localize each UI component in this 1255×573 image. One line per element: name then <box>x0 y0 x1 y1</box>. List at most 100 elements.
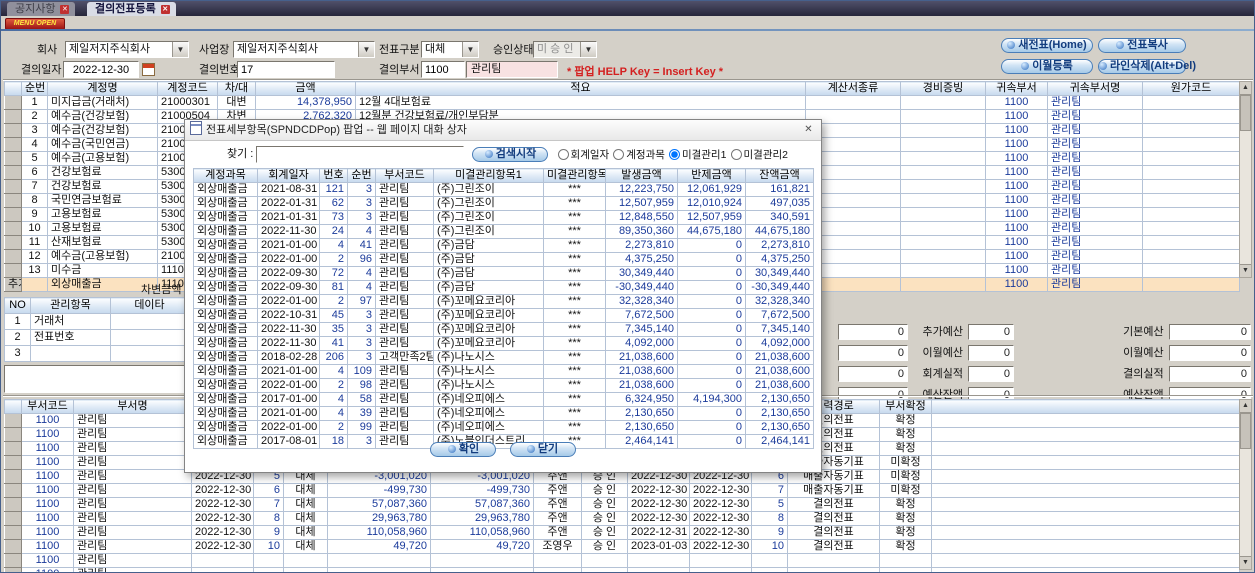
tab-slip-entry[interactable]: 결의전표등록 ✕ <box>87 2 176 16</box>
find-input[interactable] <box>256 145 465 163</box>
ok-button[interactable]: 확인 <box>430 442 497 457</box>
table-row[interactable]: 1 거래처 <box>4 313 189 330</box>
column-header[interactable]: 귀속부서명 <box>1047 81 1143 96</box>
radio-acct-date[interactable]: 회계일자 <box>557 147 609 162</box>
column-header[interactable]: NO <box>4 297 31 314</box>
column-header[interactable]: 순번 <box>347 168 376 183</box>
table-row[interactable]: 외상매출금 2022-09-30 72 4 관리팀 (주)금담 *** 30,349,440 0… <box>193 266 814 281</box>
column-header[interactable] <box>4 81 22 96</box>
scroll-thumb[interactable] <box>1240 413 1251 449</box>
close-icon[interactable]: ✕ <box>801 123 816 137</box>
table-row[interactable]: 0 이월예산 0 <box>838 345 1014 361</box>
table-row[interactable]: 외상매출금 2022-11-30 41 3 관리팀 (주)꼬메요코리아 *** 4,092,0… <box>193 336 814 351</box>
column-header[interactable]: 부서확정 <box>879 399 932 414</box>
delete-line-button[interactable]: 라인삭제(Alt+Del) <box>1098 59 1196 74</box>
column-header[interactable]: 미결관리항목1 <box>433 168 544 183</box>
table-row[interactable]: 외상매출금2018-02-282063고객만족2팀(JJ(주)나노시스***21… <box>193 350 814 365</box>
carryover-button[interactable]: 이월등록 <box>1001 59 1093 74</box>
table-row[interactable]: 외상매출금 2022-09-30 81 4 관리팀 (주)금담 *** -30,349,440… <box>193 280 814 295</box>
scroll-up-icon[interactable]: ▲ <box>1240 400 1251 413</box>
table-row[interactable]: 외상매출금 2021-01-00 4 39 관리팀 (주)네오피에스 *** 2,130,65… <box>193 406 814 421</box>
column-header[interactable]: 차/대 <box>217 81 256 96</box>
column-header[interactable]: 번호 <box>319 168 348 183</box>
column-header[interactable]: 반제금액 <box>677 168 746 183</box>
table-row[interactable]: 외상매출금 2022-01-00 2 96 관리팀 (주)금담 *** 4,375,250 0 4… <box>193 252 814 267</box>
table-row[interactable]: 외상매출금 2021-01-00 4 109 관리팀 (주)나노시스 *** 21,038,6… <box>193 364 814 379</box>
calendar-icon[interactable] <box>142 63 155 76</box>
chevron-down-icon[interactable]: ▼ <box>358 42 374 57</box>
table-row[interactable]: 외상매출금 2021-08-31 121 3 관리팀 (주)그린조이 *** 12,223,7… <box>193 182 814 197</box>
column-header[interactable]: 관리항목 <box>30 297 111 314</box>
table-row[interactable]: 외상매출금 2022-11-30 35 3 관리팀 (주)꼬메요코리아 *** 7,345,1… <box>193 322 814 337</box>
column-header[interactable]: 계정명 <box>47 81 158 96</box>
table-row[interactable]: 외상매출금 2017-01-00 4 58 관리팀 (주)네오피에스 *** 6,324,95… <box>193 392 814 407</box>
column-header[interactable]: 데이타 <box>110 297 189 314</box>
scroll-down-icon[interactable]: ▼ <box>1240 556 1251 569</box>
slip-type-select[interactable]: 대체 ▼ <box>421 41 479 58</box>
search-start-button[interactable]: 검색시작 <box>472 146 549 162</box>
column-header[interactable] <box>931 399 1240 414</box>
table-row[interactable]: 외상매출금 2022-01-00 2 97 관리팀 (주)꼬메요코리아 *** 32,328,… <box>193 294 814 309</box>
scroll-down-icon[interactable]: ▼ <box>1240 264 1251 277</box>
site-select[interactable]: 제일저지주식회사 ▼ <box>233 41 375 58</box>
column-header[interactable]: 순번 <box>21 81 48 96</box>
column-header[interactable]: 적요 <box>355 81 806 96</box>
dept-code-input[interactable] <box>421 61 465 78</box>
column-header[interactable]: 원가코드 <box>1142 81 1240 96</box>
table-row[interactable]: 결의실적 0 <box>1108 366 1251 382</box>
close-button[interactable]: 닫기 <box>509 442 576 457</box>
slip-no-input[interactable] <box>237 61 335 78</box>
table-row[interactable]: 1 미지급금(거래처) 21000301 대변 14,378,950 12월 4대보험료 1… <box>4 95 1240 110</box>
column-header[interactable]: 잔액금액 <box>745 168 814 183</box>
vertical-scrollbar[interactable]: ▲ ▼ <box>1239 81 1252 278</box>
table-row[interactable]: 외상매출금 2022-01-31 62 3 관리팀 (주)그린조이 *** 12,507,95… <box>193 196 814 211</box>
radio-icon[interactable] <box>730 148 742 160</box>
column-header[interactable]: 발생금액 <box>605 168 678 183</box>
radio-icon[interactable] <box>557 148 569 160</box>
table-row[interactable]: 1100 관리팀 2022-12-30 6 대체 -499,730 -499,730 주앤 승 … <box>4 483 1240 498</box>
table-row[interactable]: 0 추가예산 0 <box>838 324 1014 340</box>
radio-icon[interactable] <box>613 148 625 160</box>
column-header[interactable]: 미결관리항목2 <box>543 168 606 183</box>
table-row[interactable]: 1100 관리팀 2022-12-30 7 대체 57,087,360 57,087,360… <box>4 497 1240 512</box>
column-header[interactable]: 귀속부서 <box>985 81 1048 96</box>
table-row[interactable]: 이월예산 0 <box>1108 345 1251 361</box>
company-select[interactable]: 제일저지주식회사 ▼ <box>65 41 189 58</box>
chevron-down-icon[interactable]: ▼ <box>172 42 188 57</box>
table-row[interactable]: 2 전표번호 <box>4 329 189 346</box>
radio-open-item2[interactable]: 미결관리2 <box>730 147 788 162</box>
column-header[interactable]: 금액 <box>255 81 356 96</box>
table-row[interactable]: 외상매출금 2022-10-31 45 3 관리팀 (주)꼬메요코리아 *** 7,672,5… <box>193 308 814 323</box>
close-icon[interactable]: ✕ <box>160 5 170 14</box>
table-row[interactable]: 3 <box>4 345 189 362</box>
column-header[interactable]: 회계일자 <box>257 168 320 183</box>
column-header[interactable] <box>4 399 22 414</box>
table-row[interactable]: 1100관리팀 <box>4 567 1240 572</box>
table-row[interactable]: 외상매출금 2022-11-30 24 4 관리팀 (주)그린조이 *** 89,350,36… <box>193 224 814 239</box>
table-row[interactable]: 기본예산 0 <box>1108 324 1251 340</box>
table-row[interactable]: 외상매출금 2022-01-00 2 99 관리팀 (주)네오피에스 *** 2,130,65… <box>193 420 814 435</box>
date-input[interactable] <box>63 61 139 78</box>
vertical-scrollbar[interactable]: ▲ ▼ <box>1239 399 1252 570</box>
column-header[interactable]: 부서명 <box>73 399 192 414</box>
radio-icon[interactable] <box>668 148 680 160</box>
table-row[interactable]: 0 회계실적 0 <box>838 366 1014 382</box>
table-row[interactable]: 1100 관리팀 2022-12-30 8 대체 29,963,780 29,963,780… <box>4 511 1240 526</box>
table-row[interactable]: 외상매출금 2021-01-00 4 41 관리팀 (주)금담 *** 2,273,810 0 2… <box>193 238 814 253</box>
column-header[interactable]: 계정코드 <box>157 81 218 96</box>
radio-open-item1[interactable]: 미결관리1 <box>668 147 726 162</box>
chevron-down-icon[interactable]: ▼ <box>462 42 478 57</box>
column-header[interactable]: 계정과목 <box>193 168 258 183</box>
new-slip-button[interactable]: 새전표(Home) <box>1001 38 1093 53</box>
copy-slip-button[interactable]: 전표복사 <box>1098 38 1186 53</box>
scroll-up-icon[interactable]: ▲ <box>1240 82 1251 95</box>
table-row[interactable]: 1100관리팀 <box>4 553 1240 568</box>
column-header[interactable]: 부서코드 <box>21 399 74 414</box>
table-row[interactable]: 외상매출금 2022-01-00 2 98 관리팀 (주)나노시스 *** 21,038,60… <box>193 378 814 393</box>
close-icon[interactable]: ✕ <box>60 5 70 14</box>
tab-notice[interactable]: 공지사항 ✕ <box>7 2 76 16</box>
table-row[interactable]: 1100 관리팀 2022-12-30 10 대체 49,720 49,720 조영우 승 인2… <box>4 539 1240 554</box>
column-header[interactable]: 경비증빙 <box>900 81 986 96</box>
table-row[interactable]: 1100 관리팀 2022-12-30 9 대체 110,058,960 110,058,9… <box>4 525 1240 540</box>
radio-account[interactable]: 계정과목 <box>613 147 665 162</box>
